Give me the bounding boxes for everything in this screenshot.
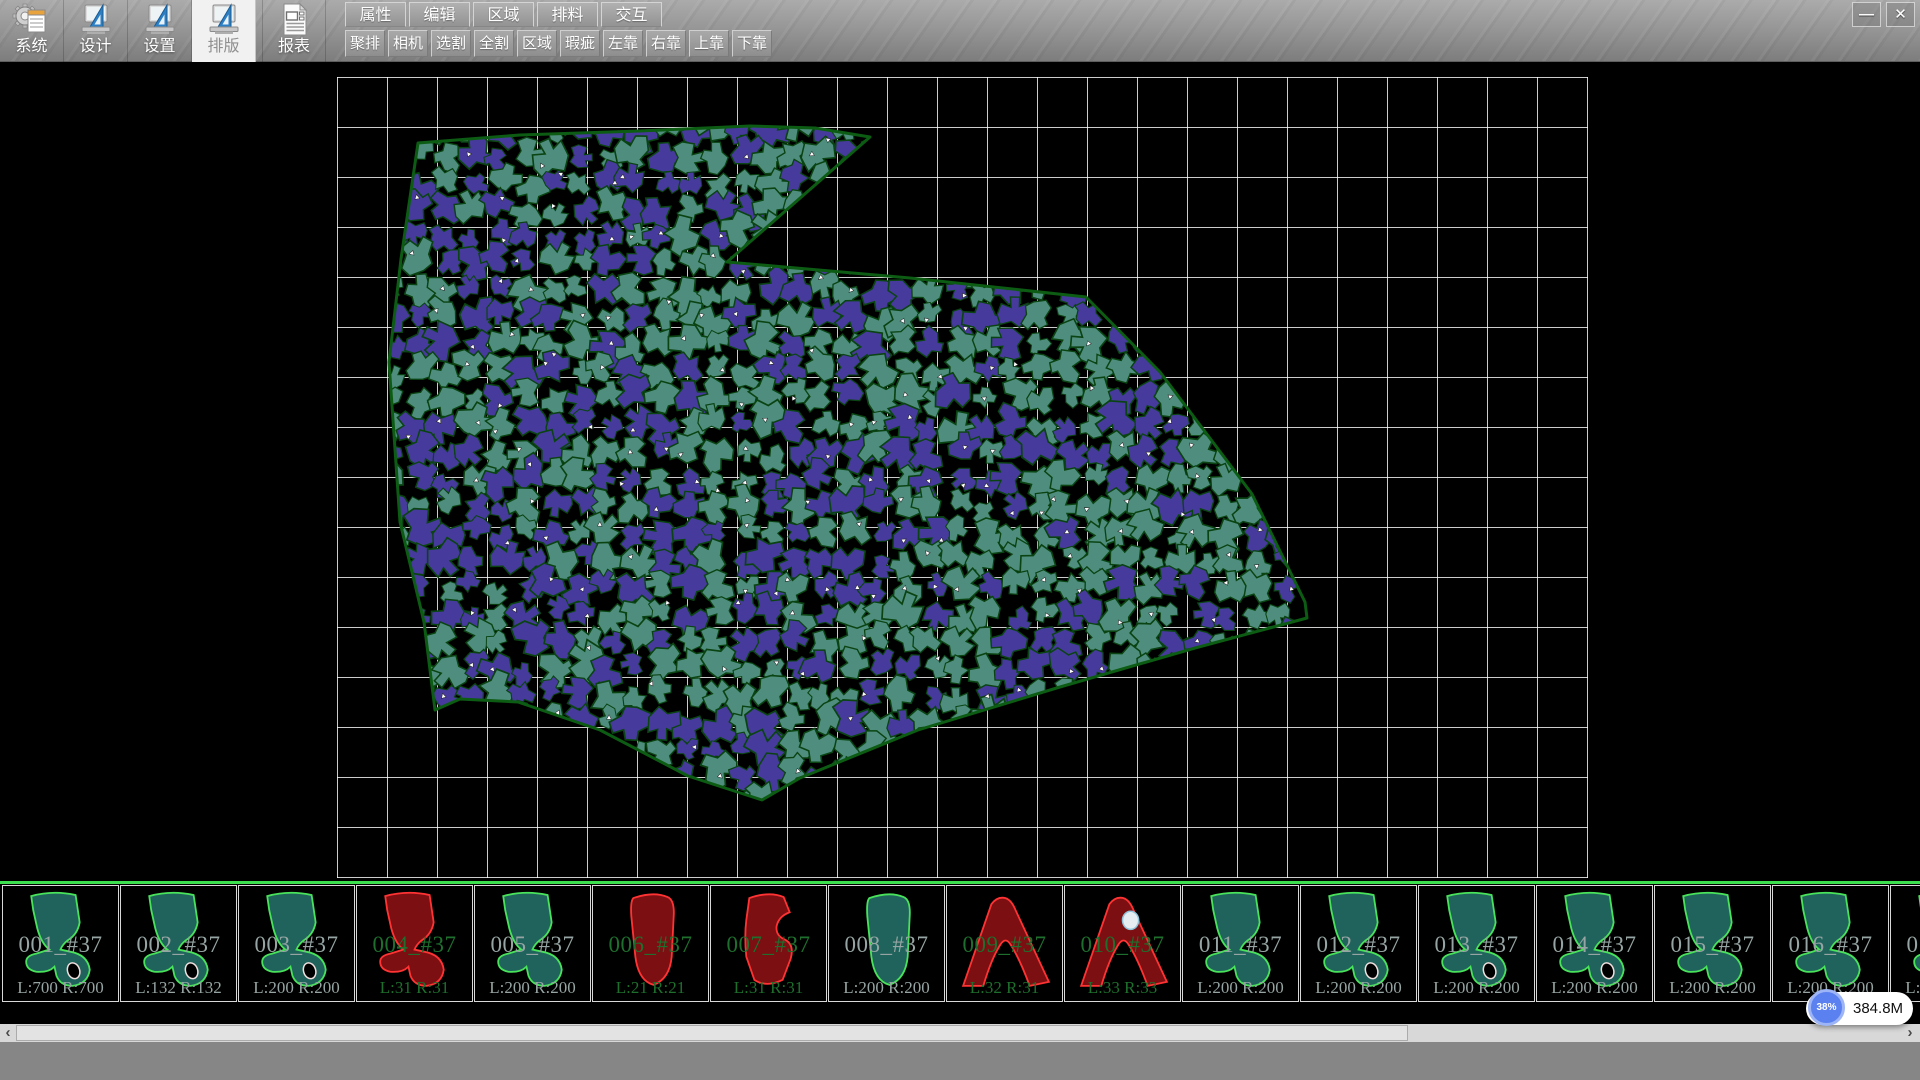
design-ruler-icon bbox=[76, 2, 116, 38]
part-quantity: L:200 R:200 bbox=[1183, 978, 1298, 998]
part-name: 004_#37 bbox=[357, 932, 472, 958]
part-name: 014_#37 bbox=[1537, 932, 1652, 958]
part-name: 010_#37 bbox=[1065, 932, 1180, 958]
menu-tab-nesting[interactable]: 排料 bbox=[537, 2, 598, 27]
part-name: 005_#37 bbox=[475, 932, 590, 958]
part-cell-015_#37[interactable]: 015_#37 L:200 R:200 bbox=[1654, 885, 1771, 1002]
menu-tab-edit[interactable]: 编辑 bbox=[409, 2, 470, 27]
part-name: 016_#37 bbox=[1773, 932, 1888, 958]
part-name: 007_#37 bbox=[711, 932, 826, 958]
menu-tab-region[interactable]: 区域 bbox=[473, 2, 534, 27]
module-button-settings[interactable]: 设置 bbox=[128, 0, 192, 62]
nesting-canvas[interactable] bbox=[0, 62, 1920, 881]
part-quantity: L:200 R:200 bbox=[1537, 978, 1652, 998]
scrollbar-thumb[interactable] bbox=[16, 1025, 1408, 1041]
menu-tab-properties[interactable]: 属性 bbox=[345, 2, 406, 27]
system-gear-icon bbox=[12, 2, 52, 38]
part-cell-016_#37[interactable]: 016_#37L:200 R:200 bbox=[1772, 885, 1889, 1002]
part-name: 008_#37 bbox=[829, 932, 944, 958]
part-cell-006_#37[interactable]: 006_#37 L:21 R:21 bbox=[592, 885, 709, 1002]
part-name: 015_#37 bbox=[1655, 932, 1770, 958]
module-label-system: 系统 bbox=[15, 38, 47, 56]
part-quantity: L:31 R:31 bbox=[711, 978, 826, 998]
part-name: 011_#37 bbox=[1183, 932, 1298, 958]
tool-button-bar: 聚排相机选割全割区域瑕疵左靠右靠上靠下靠 bbox=[345, 30, 772, 57]
part-name: 002_#37 bbox=[121, 932, 236, 958]
part-quantity: L:21 R:21 bbox=[593, 978, 708, 998]
tool-button-snap-right[interactable]: 右靠 bbox=[646, 30, 686, 57]
part-name: 017_#37 bbox=[1891, 932, 1920, 958]
part-name: 012_#37 bbox=[1301, 932, 1416, 958]
module-label-design: 设计 bbox=[79, 38, 111, 56]
tool-button-camera[interactable]: 相机 bbox=[388, 30, 428, 57]
module-label-report: 报表 bbox=[278, 38, 310, 56]
part-quantity: L:700 R:700 bbox=[3, 978, 118, 998]
part-cell-001_#37[interactable]: 001_#37 L:700 R:700 bbox=[2, 885, 119, 1002]
progress-percent: 38% bbox=[1816, 1002, 1836, 1013]
part-cell-013_#37[interactable]: 013_#37 L:200 R:200 bbox=[1418, 885, 1535, 1002]
minimize-button[interactable]: — bbox=[1852, 2, 1881, 27]
part-name: 009_#37 bbox=[947, 932, 1062, 958]
tool-button-snap-up[interactable]: 上靠 bbox=[689, 30, 729, 57]
part-quantity: L:31 R:31 bbox=[357, 978, 472, 998]
module-buttons: 系统 设计 设置 排版 报表 bbox=[0, 0, 326, 62]
module-button-layout[interactable]: 排版 bbox=[192, 0, 256, 62]
part-cell-002_#37[interactable]: 002_#37 L:132 R:132 bbox=[120, 885, 237, 1002]
module-label-layout: 排版 bbox=[207, 38, 239, 56]
part-quantity: L:200 R:200 bbox=[829, 978, 944, 998]
tool-button-select-cut[interactable]: 选割 bbox=[431, 30, 471, 57]
tool-button-snap-down[interactable]: 下靠 bbox=[732, 30, 772, 57]
top-toolbar: 系统 设计 设置 排版 报表 属性编辑区域排料交互 聚排相机选割全割区域瑕疵左靠… bbox=[0, 0, 1920, 62]
part-quantity: L:200 R:200 bbox=[475, 978, 590, 998]
part-quantity: L:32 R:31 bbox=[947, 978, 1062, 998]
parts-strip: 001_#37 L:700 R:700 002_#37 L:132 R:132 00… bbox=[0, 884, 1920, 1024]
part-quantity: L:33 R:33 bbox=[1065, 978, 1180, 998]
scroll-right-arrow[interactable]: › bbox=[1902, 1024, 1918, 1042]
leather-hide-nesting bbox=[0, 62, 1920, 881]
tool-button-defect[interactable]: 瑕疵 bbox=[560, 30, 600, 57]
download-size: 384.8M bbox=[1853, 1000, 1903, 1017]
tool-button-snap-left[interactable]: 左靠 bbox=[603, 30, 643, 57]
progress-circle: 38% bbox=[1808, 989, 1845, 1026]
close-button[interactable]: ✕ bbox=[1886, 2, 1915, 27]
tool-button-region[interactable]: 区域 bbox=[517, 30, 557, 57]
part-quantity: L:200 R:200 bbox=[1419, 978, 1534, 998]
menu-tab-bar: 属性编辑区域排料交互 bbox=[345, 2, 662, 27]
part-name: 013_#37 bbox=[1419, 932, 1534, 958]
tool-button-cluster-nest[interactable]: 聚排 bbox=[345, 30, 385, 57]
layout-ruler-icon bbox=[204, 2, 244, 38]
part-name: 003_#37 bbox=[239, 932, 354, 958]
part-cell-004_#37[interactable]: 004_#37 L:31 R:31 bbox=[356, 885, 473, 1002]
part-cell-003_#37[interactable]: 003_#37 L:200 R:200 bbox=[238, 885, 355, 1002]
menu-tab-interact[interactable]: 交互 bbox=[601, 2, 662, 27]
module-button-design[interactable]: 设计 bbox=[64, 0, 128, 62]
part-cell-017_#37[interactable]: 017_#37L:200 R:200 bbox=[1890, 885, 1920, 1002]
settings-ruler-icon bbox=[140, 2, 180, 38]
part-cell-005_#37[interactable]: 005_#37 L:200 R:200 bbox=[474, 885, 591, 1002]
report-doc-icon bbox=[274, 2, 314, 38]
part-quantity: L:200 R:200 bbox=[239, 978, 354, 998]
part-cell-012_#37[interactable]: 012_#37 L:200 R:200 bbox=[1300, 885, 1417, 1002]
part-cell-011_#37[interactable]: 011_#37 L:200 R:200 bbox=[1182, 885, 1299, 1002]
part-name: 001_#37 bbox=[3, 932, 118, 958]
part-quantity: L:200 R:200 bbox=[1301, 978, 1416, 998]
module-button-system[interactable]: 系统 bbox=[0, 0, 64, 62]
window-controls: — ✕ bbox=[1852, 2, 1915, 27]
part-name: 006_#37 bbox=[593, 932, 708, 958]
module-button-report[interactable]: 报表 bbox=[262, 0, 326, 62]
part-cell-008_#37[interactable]: 008_#37 L:200 R:200 bbox=[828, 885, 945, 1002]
module-label-settings: 设置 bbox=[143, 38, 175, 56]
part-cell-009_#37[interactable]: 009_#37 L:32 R:31 bbox=[946, 885, 1063, 1002]
download-badge[interactable]: 38% 384.8M bbox=[1806, 992, 1913, 1025]
part-cell-014_#37[interactable]: 014_#37 L:200 R:200 bbox=[1536, 885, 1653, 1002]
scroll-left-arrow[interactable]: ‹ bbox=[0, 1024, 16, 1042]
part-cell-007_#37[interactable]: 007_#37 L:31 R:31 bbox=[710, 885, 827, 1002]
horizontal-scrollbar[interactable]: ‹ › bbox=[0, 1024, 1920, 1042]
part-quantity: L:200 R:200 bbox=[1655, 978, 1770, 998]
status-footer bbox=[0, 1042, 1920, 1080]
part-cell-010_#37[interactable]: 010_#37 L:33 R:33 bbox=[1064, 885, 1181, 1002]
tool-button-cut-all[interactable]: 全割 bbox=[474, 30, 514, 57]
part-quantity: L:132 R:132 bbox=[121, 978, 236, 998]
